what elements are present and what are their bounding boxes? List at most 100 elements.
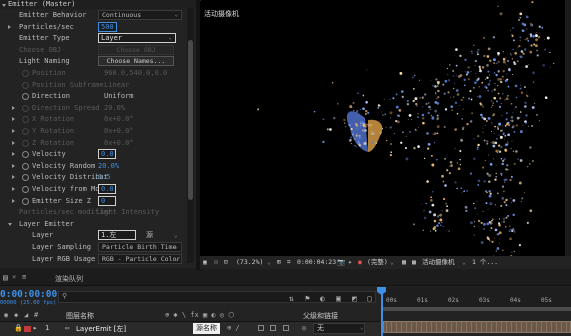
- expand-icon[interactable]: [12, 129, 15, 133]
- chevron-down-icon[interactable]: ⌄: [267, 256, 271, 269]
- effect-row[interactable]: Choose OBJ Choose OBJ: [0, 44, 184, 56]
- frame-blend-icon[interactable]: ▣: [336, 294, 341, 303]
- effect-row[interactable]: Y Rotation 0x+0.0°: [0, 126, 184, 137]
- effect-row[interactable]: Layer RGB Usage RGB - Particle Color ⌄: [0, 253, 184, 265]
- property-dropdown[interactable]: Particle Birth Time ⌄: [98, 242, 182, 252]
- quality-dropdown[interactable]: (完整): [367, 256, 388, 269]
- parent-dropdown[interactable]: 无: [313, 323, 365, 334]
- expand-icon[interactable]: [12, 175, 15, 180]
- property-value[interactable]: 0.5: [98, 172, 111, 183]
- shy-icon[interactable]: ⇅: [289, 294, 294, 303]
- lock-icon[interactable]: 🔒: [14, 324, 23, 332]
- draft-3d-icon[interactable]: ▢: [367, 294, 372, 303]
- search-input[interactable]: ⚲: [58, 291, 376, 303]
- grid-icon[interactable]: ⚇: [214, 256, 218, 269]
- work-area-bar[interactable]: [383, 307, 571, 311]
- effect-row[interactable]: Direction Spread 20.0%: [0, 103, 184, 114]
- effect-row[interactable]: Layer 源 ⌄ 1.左: [0, 230, 184, 241]
- label-color-swatch[interactable]: [24, 326, 31, 332]
- column-layer-name[interactable]: 图层名称: [66, 311, 94, 321]
- channel-icon[interactable]: ●: [358, 256, 362, 269]
- effect-row[interactable]: Emitter Type Layer ⌄: [0, 33, 184, 44]
- chevron-down-icon[interactable]: ⌄: [360, 324, 364, 331]
- views-dropdown[interactable]: 1 个...: [472, 256, 498, 269]
- stopwatch-icon[interactable]: [22, 104, 29, 112]
- property-value[interactable]: 20.0%: [104, 103, 125, 114]
- effect-row[interactable]: Emitter Behavior Continuous ⌄: [0, 10, 184, 21]
- stopwatch-icon[interactable]: [22, 70, 29, 77]
- pickwhip-icon[interactable]: ◎: [302, 324, 306, 332]
- close-icon[interactable]: ×: [12, 273, 16, 281]
- effect-row[interactable]: Particles/sec 500: [0, 21, 184, 33]
- stopwatch-icon[interactable]: [22, 128, 29, 135]
- property-dropdown[interactable]: RGB - Particle Color ⌄: [98, 253, 182, 264]
- effect-row[interactable]: Layer Emitter: [0, 219, 184, 230]
- layer-duration-bar[interactable]: [383, 321, 571, 333]
- current-time[interactable]: 0:00:00:00: [0, 289, 57, 300]
- expand-icon[interactable]: [8, 24, 11, 29]
- checkbox[interactable]: [270, 325, 276, 331]
- stopwatch-icon[interactable]: [22, 116, 29, 124]
- stopwatch-icon[interactable]: [22, 174, 29, 182]
- property-value[interactable]: 500: [98, 21, 117, 32]
- stopwatch-icon[interactable]: [22, 151, 29, 159]
- safe-zone-icon[interactable]: ⊡: [224, 256, 228, 269]
- property-button[interactable]: Choose Names...: [98, 56, 174, 67]
- source-select[interactable]: 源: [146, 230, 153, 241]
- graph-editor-icon[interactable]: ◩: [352, 294, 357, 303]
- effect-row[interactable]: X Rotation 0x+0.0°: [0, 114, 184, 125]
- show-snapshot-icon[interactable]: ✦: [348, 256, 352, 269]
- time-ruler[interactable]: 00s 01s 02s 03s 04s 05s: [380, 287, 571, 309]
- expand-icon[interactable]: [12, 105, 15, 110]
- expand-icon[interactable]: ▸: [33, 324, 37, 332]
- camera-dropdown[interactable]: 活动摄像机: [422, 256, 455, 269]
- property-value[interactable]: 0x+0.0°: [104, 138, 134, 149]
- expand-icon[interactable]: [12, 140, 15, 145]
- checkbox[interactable]: [258, 325, 264, 331]
- expand-icon[interactable]: [12, 187, 15, 191]
- property-dropdown[interactable]: Layer ⌄: [98, 33, 176, 44]
- layer-name[interactable]: LayerEmit [左]: [76, 324, 126, 334]
- effect-row[interactable]: Layer Sampling Particle Birth Time ⌄: [0, 242, 184, 253]
- chevron-down-icon[interactable]: ⌄: [390, 256, 394, 269]
- motion-blur-icon[interactable]: ◐: [320, 294, 325, 303]
- effect-row[interactable]: Velocity Distribut 0.5: [0, 172, 184, 183]
- playhead[interactable]: [381, 290, 383, 336]
- effect-row[interactable]: Position 960.0,540.0,0.0: [0, 68, 184, 79]
- timecode-display[interactable]: 0:00:04:23: [297, 256, 336, 269]
- property-button[interactable]: Choose OBJ: [98, 44, 174, 55]
- comp-marker-icon[interactable]: ⚑: [305, 294, 310, 303]
- effect-row[interactable]: Velocity from Moti 0.0: [0, 184, 184, 195]
- resolution-icon[interactable]: ⊞: [277, 256, 281, 269]
- property-dropdown[interactable]: Continuous ⌄: [98, 10, 182, 20]
- switches-icon[interactable]: ⊕ /: [227, 324, 240, 332]
- property-value[interactable]: 0.0: [98, 184, 116, 194]
- effect-row[interactable]: Velocity Random 20.0%: [0, 161, 184, 172]
- stopwatch-icon[interactable]: [22, 81, 29, 89]
- region-icon[interactable]: ▦: [402, 256, 406, 269]
- tab-render-queue[interactable]: 渲染队列: [55, 274, 83, 284]
- property-value[interactable]: 0.0: [98, 149, 116, 160]
- property-value[interactable]: 0x+0.0°: [104, 114, 134, 125]
- tab-menu-icon[interactable]: ≡: [22, 273, 26, 281]
- transparency-grid-icon[interactable]: ▩: [412, 256, 416, 269]
- scrollbar-thumb[interactable]: [188, 40, 193, 200]
- property-value[interactable]: 0x+0.0°: [104, 126, 134, 137]
- effect-row[interactable]: Particles/sec modifier Light Intensity: [0, 207, 184, 218]
- composition-viewer[interactable]: [200, 0, 571, 256]
- property-value[interactable]: 20.0%: [98, 161, 119, 172]
- property-value[interactable]: Uniform: [104, 91, 134, 102]
- expand-icon[interactable]: [8, 222, 12, 226]
- expand-icon[interactable]: [12, 163, 15, 168]
- effect-row[interactable]: Velocity 0.0: [0, 149, 184, 160]
- property-value[interactable]: 960.0,540.0,0.0: [104, 68, 167, 79]
- viewer-scrollbar[interactable]: [565, 0, 571, 256]
- expand-icon[interactable]: [12, 152, 15, 157]
- chevron-down-icon[interactable]: ⌄: [174, 230, 178, 241]
- effect-row[interactable]: Z Rotation 0x+0.0°: [0, 138, 184, 149]
- chevron-down-icon[interactable]: ⌄: [462, 256, 466, 269]
- property-value[interactable]: Linear: [104, 80, 129, 91]
- expand-icon[interactable]: [12, 117, 15, 122]
- stopwatch-icon[interactable]: [22, 186, 29, 193]
- stopwatch-icon[interactable]: [22, 162, 29, 170]
